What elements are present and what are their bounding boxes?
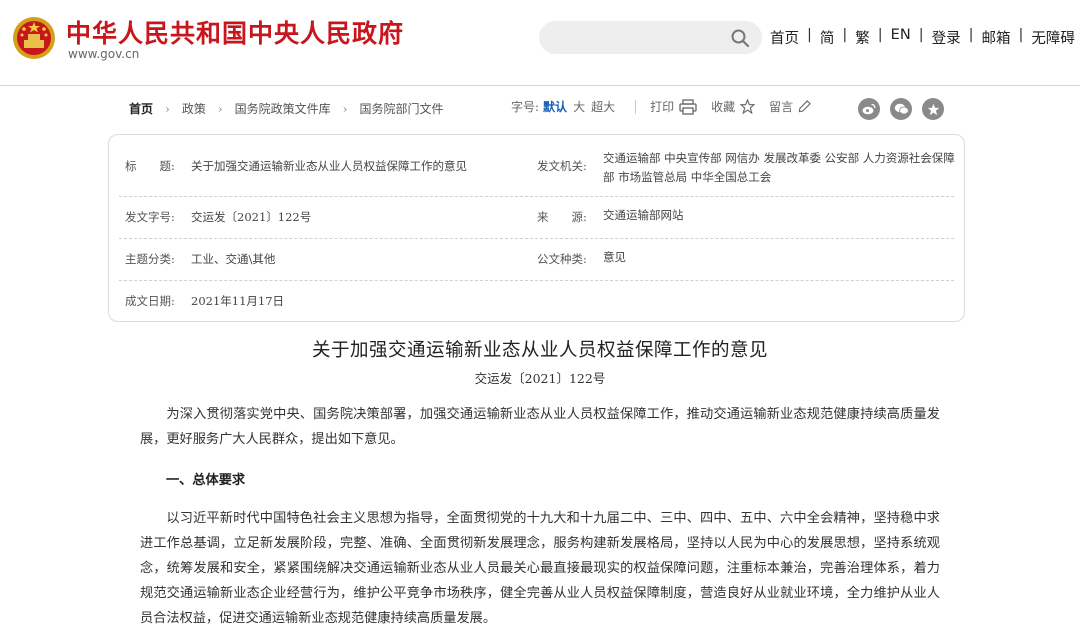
nav-english[interactable]: EN [891, 27, 911, 48]
section-heading: 一、总体要求 [166, 473, 246, 488]
toolbar-divider [635, 99, 637, 114]
article-paragraph: 以习近平新时代中国特色社会主义思想为指导，全面贯彻党的十九大和十九届二中、三中、… [140, 511, 940, 626]
nav-separator: | [807, 27, 812, 43]
favorite-label: 收藏 [711, 100, 736, 114]
nav-separator: | [877, 27, 883, 43]
wechat-icon [894, 103, 909, 115]
site-name[interactable]: 中华人民共和国中央人民政府 [66, 14, 404, 50]
info-issuer-value: 交通运输部 中央宣传部 网信办 发展改革委 公安部 人力资源社会保障部 市场监管… [603, 151, 955, 184]
info-issuer-label: 发文机关: [537, 159, 587, 173]
info-row: 成文日期: 2021年11月17日 [119, 281, 954, 321]
favorite-share-icon[interactable] [922, 98, 944, 120]
info-topic-label: 主题分类: [125, 252, 175, 266]
info-row: 发文字号: 交运发〔2021〕122号 来 源: 交通运输部网站 [119, 197, 954, 239]
article-title: 关于加强交通运输新业态从业人员权益保障工作的意见 [311, 340, 768, 361]
nav-home[interactable]: 首页 [770, 27, 799, 48]
info-source-value: 交通运输部网站 [603, 208, 684, 222]
comment-button[interactable]: 留言 [769, 98, 811, 115]
national-emblem-icon[interactable] [12, 14, 56, 62]
article-toolbar: 字号: 默认 大 超大 打印 收藏 留言 [511, 98, 825, 115]
breadcrumb-dept-docs[interactable]: 国务院部门文件 [359, 100, 443, 117]
article-intro-paragraph: 为深入贯彻落实党中央、国务院决策部署，加强交通运输新业态从业人员权益保障工作，推… [140, 407, 940, 447]
breadcrumb-arrow-icon: › [165, 101, 170, 116]
font-size-xlarge[interactable]: 超大 [591, 98, 615, 115]
info-row: 主题分类: 工业、交通\其他 公文种类: 意见 [119, 239, 954, 281]
nav-separator: | [918, 27, 924, 43]
info-row: 标 题: 关于加强交通运输新业态从业人员权益保障工作的意见 发文机关: 交通运输… [119, 143, 955, 197]
breadcrumb-home[interactable]: 首页 [129, 100, 153, 117]
nav-accessibility[interactable]: 无障碍 [1031, 27, 1075, 48]
nav-separator: | [1018, 27, 1024, 43]
font-size-label: 字号: [511, 100, 540, 114]
breadcrumb: 首页 › 政策 › 国务院政策文件库 › 国务院部门文件 [129, 100, 444, 117]
info-docno-label: 发文字号: [125, 210, 175, 224]
breadcrumb-arrow-icon: › [217, 101, 223, 116]
info-topic-value: 工业、交通\其他 [191, 252, 276, 266]
top-nav: 首页 | 简 | 繁 | EN | 登录 | 邮箱 | 无障碍 [770, 27, 1075, 48]
info-date-label: 成文日期: [125, 294, 175, 308]
info-title-value: 关于加强交通运输新业态从业人员权益保障工作的意见 [191, 159, 467, 173]
nav-login[interactable]: 登录 [932, 27, 961, 48]
nav-mail[interactable]: 邮箱 [981, 27, 1010, 48]
favorite-button[interactable]: 收藏 [711, 98, 756, 115]
site-header: 中华人民共和国中央人民政府 www.gov.cn 首页 | 简 | 繁 | EN… [0, 0, 1080, 86]
nav-simplified[interactable]: 简 [820, 27, 835, 48]
info-source-label: 来 源: [537, 210, 587, 224]
nav-separator: | [842, 27, 848, 43]
font-size-default[interactable]: 默认 [543, 98, 567, 115]
print-label: 打印 [650, 100, 675, 114]
comment-label: 留言 [769, 100, 794, 114]
search-icon[interactable] [730, 28, 750, 48]
info-type-value: 意见 [603, 250, 626, 264]
breadcrumb-policy-library[interactable]: 国务院政策文件库 [235, 100, 331, 117]
breadcrumb-policy[interactable]: 政策 [182, 100, 206, 117]
article-docno: 交运发〔2021〕122号 [474, 371, 606, 386]
font-size-large[interactable]: 大 [573, 98, 585, 115]
info-type-label: 公文种类: [537, 252, 587, 266]
breadcrumb-arrow-icon: › [342, 101, 348, 116]
document-info-table: 标 题: 关于加强交通运输新业态从业人员权益保障工作的意见 发文机关: 交通运输… [108, 134, 965, 322]
printer-icon [679, 98, 697, 115]
star-icon [740, 99, 756, 114]
weibo-icon [862, 103, 876, 115]
info-docno-value: 交运发〔2021〕122号 [191, 210, 312, 224]
print-button[interactable]: 打印 [650, 98, 697, 115]
site-url: www.gov.cn [68, 47, 140, 61]
nav-traditional[interactable]: 繁 [855, 27, 870, 48]
nav-separator: | [968, 27, 974, 43]
star-icon [927, 103, 939, 115]
search-input[interactable] [539, 21, 762, 54]
weibo-share-icon[interactable] [858, 98, 880, 120]
pencil-icon [798, 100, 811, 113]
info-title-label: 标 题: [125, 159, 175, 173]
wechat-share-icon[interactable] [890, 98, 912, 120]
info-date-value: 2021年11月17日 [191, 294, 285, 308]
